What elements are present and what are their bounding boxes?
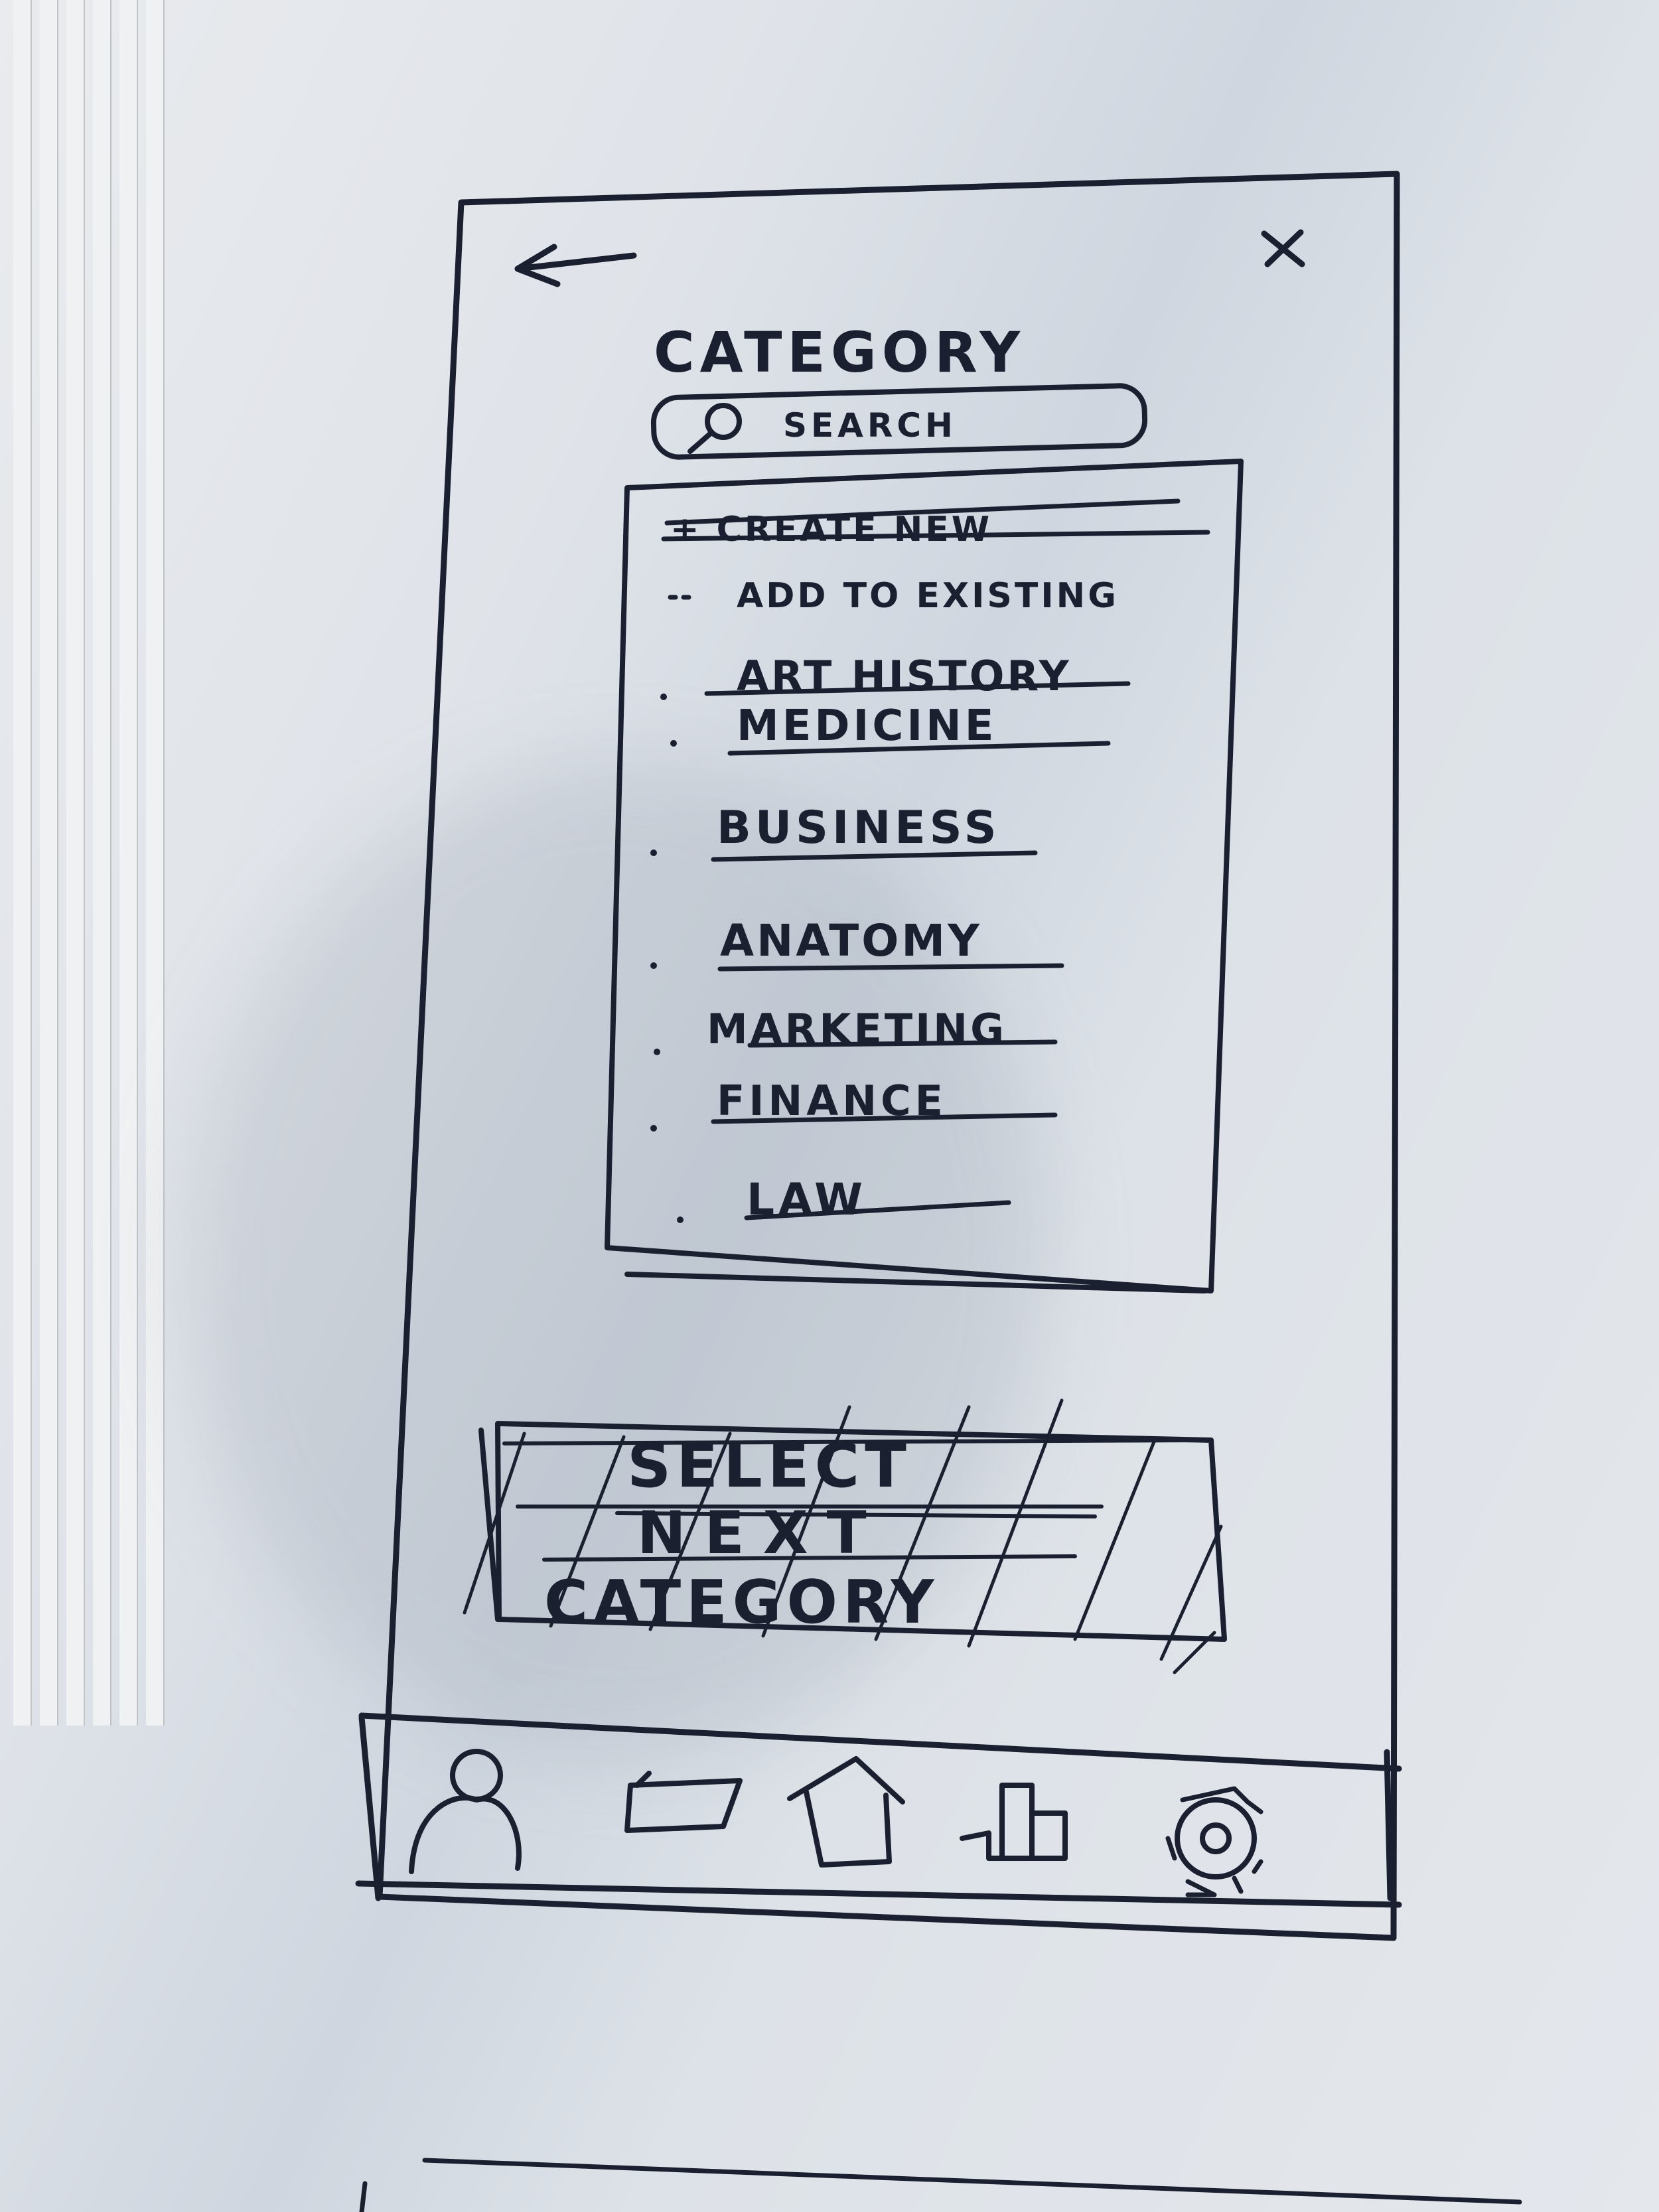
close-icon[interactable]: [1261, 229, 1305, 267]
list-item-label: BUSINESS: [717, 802, 1001, 854]
list-item[interactable]: LAW: [677, 1174, 1011, 1225]
wireframe-sketch: CATEGORY SEARCH + CREATE NEW ADD TO EXIS…: [355, 171, 1522, 2212]
list-item[interactable]: ANATOMY: [650, 915, 1064, 972]
list-item[interactable]: MEDICINE: [670, 701, 1111, 756]
page-title: CATEGORY: [654, 320, 1025, 385]
search-bar[interactable]: SEARCH: [650, 383, 1148, 460]
stats-icon[interactable]: [960, 1783, 1068, 1861]
settings-icon[interactable]: [1165, 1786, 1263, 1897]
create-new-option[interactable]: + CREATE NEW: [661, 498, 1210, 550]
add-to-existing-option[interactable]: ADD TO EXISTING: [668, 576, 1119, 616]
list-item[interactable]: MARKETING: [654, 1005, 1058, 1055]
next-sketch-edge: [359, 2158, 1522, 2212]
profile-icon[interactable]: [409, 1749, 522, 1874]
home-icon[interactable]: [787, 1756, 905, 1868]
folder-icon[interactable]: [624, 1771, 743, 1833]
add-to-existing-label: ADD TO EXISTING: [737, 576, 1119, 616]
list-item-label: MEDICINE: [737, 701, 997, 751]
list-item[interactable]: ART HISTORY: [660, 652, 1131, 700]
back-arrow-icon[interactable]: [514, 244, 637, 287]
search-icon: [687, 403, 742, 454]
list-item-label: ANATOMY: [720, 915, 982, 966]
select-next-category-button[interactable]: SELECT NEXT CATEGORY: [463, 1398, 1227, 1674]
search-input[interactable]: SEARCH: [783, 406, 957, 445]
list-item[interactable]: BUSINESS: [650, 802, 1038, 862]
list-item[interactable]: FINANCE: [650, 1076, 1058, 1132]
